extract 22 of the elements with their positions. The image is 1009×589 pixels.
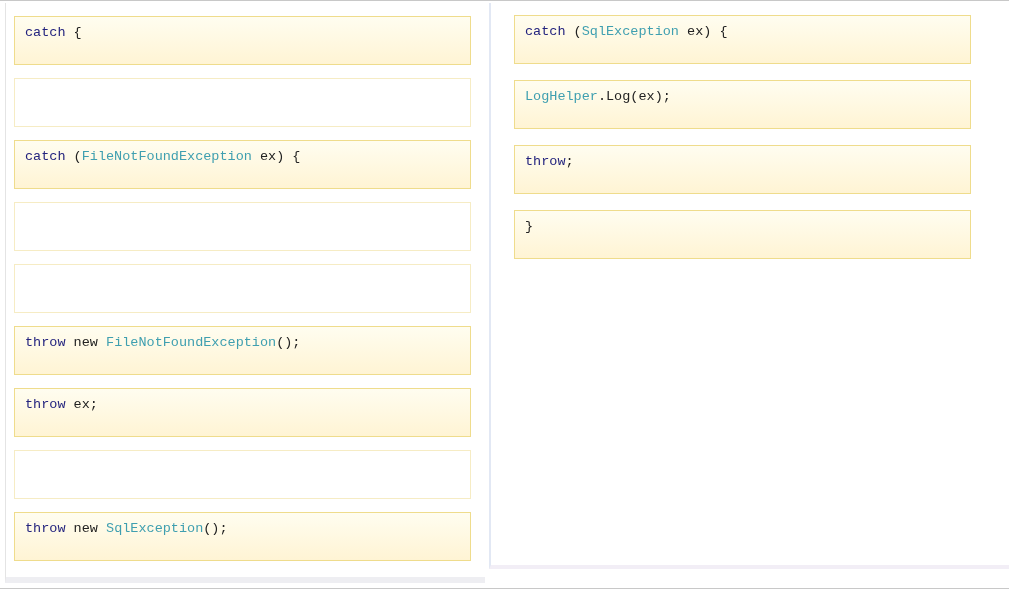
code-text: throw ex; (25, 397, 98, 412)
code-tile[interactable]: throw new FileNotFoundException(); (14, 326, 471, 375)
code-text: throw new SqlException(); (25, 521, 228, 536)
code-tile[interactable]: catch { (14, 16, 471, 65)
drop-slot[interactable] (14, 450, 471, 499)
code-text: throw; (525, 154, 574, 169)
code-tile[interactable]: throw ex; (14, 388, 471, 437)
code-text: LogHelper.Log(ex); (525, 89, 671, 104)
code-text: catch (FileNotFoundException ex) { (25, 149, 301, 164)
code-tile[interactable]: LogHelper.Log(ex); (514, 80, 971, 129)
code-tile[interactable]: } (514, 210, 971, 259)
code-tile[interactable]: throw new SqlException(); (14, 512, 471, 561)
drop-slot[interactable] (14, 202, 471, 251)
drop-slot[interactable] (14, 264, 471, 313)
code-text: catch { (25, 25, 82, 40)
code-text: catch (SqlException ex) { (525, 24, 728, 39)
code-tile[interactable]: throw; (514, 145, 971, 194)
code-text: throw new FileNotFoundException(); (25, 335, 301, 350)
code-tile[interactable]: catch (SqlException ex) { (514, 15, 971, 64)
drop-slot[interactable] (14, 78, 471, 127)
code-tile[interactable]: catch (FileNotFoundException ex) { (14, 140, 471, 189)
code-text: } (525, 219, 534, 234)
